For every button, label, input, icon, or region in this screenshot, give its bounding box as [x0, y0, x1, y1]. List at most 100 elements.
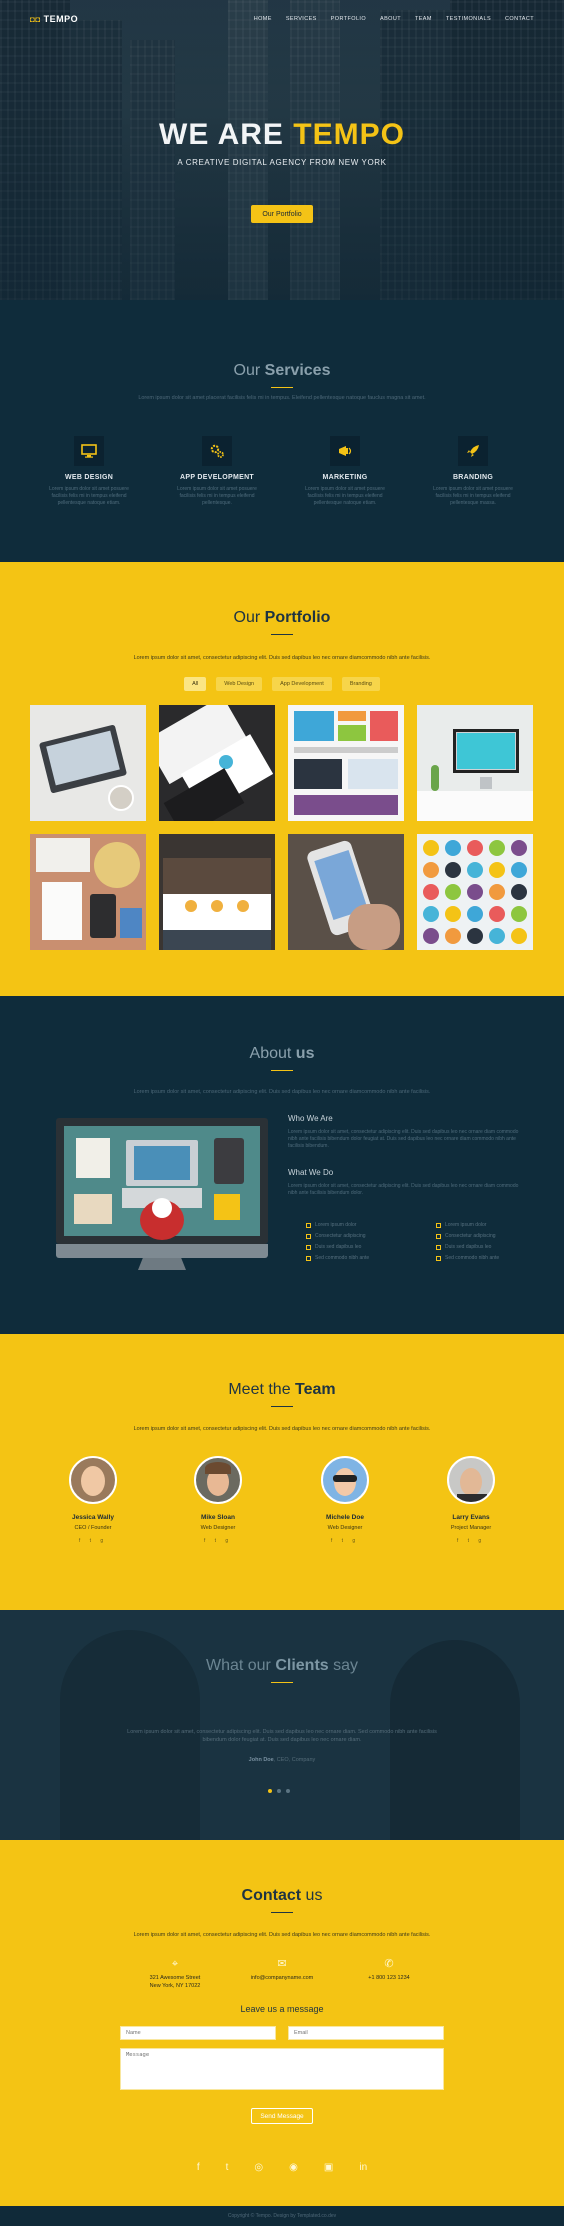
email-input[interactable] — [288, 2026, 444, 2040]
logo[interactable]: ◘◘ TEMPO — [30, 14, 78, 24]
nav-item-contact[interactable]: CONTACT — [505, 16, 534, 22]
our-portfolio-button[interactable]: Our Portfolio — [251, 205, 313, 223]
member-name: Mike Sloan — [201, 1514, 235, 1521]
flat-app-icon — [489, 840, 505, 856]
flat-app-icon — [423, 906, 439, 922]
service-title: BRANDING — [452, 474, 494, 481]
nav-item-services[interactable]: SERVICES — [286, 16, 317, 22]
avatar — [321, 1456, 369, 1504]
filter-all[interactable]: All — [184, 677, 207, 691]
checkbox-icon — [436, 1222, 441, 1228]
service-title: WEB DESIGN — [64, 474, 114, 481]
member-social-icons[interactable]: f t g — [416, 1538, 526, 1544]
heading-underline — [271, 1912, 293, 1913]
nav-item-team[interactable]: TEAM — [415, 16, 432, 22]
imac-illustration — [56, 1118, 268, 1270]
team-member: Larry Evans Project Manager f t g — [416, 1456, 526, 1544]
instagram-icon[interactable]: ▣ — [324, 2162, 333, 2173]
twitter-icon[interactable]: t — [226, 2162, 229, 2173]
heading-underline — [271, 1070, 293, 1071]
nav-item-testimonials[interactable]: TESTIMONIALS — [446, 16, 491, 22]
member-name: Michele Doe — [326, 1514, 364, 1521]
checkbox-icon — [306, 1244, 311, 1250]
member-social-icons[interactable]: f t g — [163, 1538, 273, 1544]
flat-app-icon — [511, 928, 527, 944]
what-title: What We Do — [288, 1168, 334, 1177]
portfolio-lead: Lorem ipsum dolor sit amet, consectetur … — [133, 655, 431, 661]
avatar — [447, 1456, 495, 1504]
heading-underline — [271, 1682, 293, 1683]
flat-app-icon — [445, 862, 461, 878]
name-input[interactable] — [120, 2026, 276, 2040]
member-role: Web Designer — [200, 1525, 236, 1531]
filter-branding[interactable]: Branding — [341, 677, 380, 691]
filter-app-development[interactable]: App Development — [272, 677, 332, 691]
flat-app-icon — [467, 884, 483, 900]
linkedin-icon[interactable]: in — [359, 2162, 367, 2173]
flat-app-icon — [511, 862, 527, 878]
flat-app-icon — [445, 884, 461, 900]
portfolio-item-business-cards[interactable] — [159, 705, 275, 821]
rocket-icon — [458, 436, 488, 466]
nav-item-home[interactable]: HOME — [254, 16, 272, 22]
carousel-dot[interactable] — [268, 1789, 272, 1793]
contact-section: Contact us Lorem ipsum dolor sit amet, c… — [0, 1840, 564, 2206]
heading-underline — [271, 634, 293, 635]
flat-app-icon — [489, 906, 505, 922]
flat-app-icon — [511, 884, 527, 900]
service-app-development: APP DEVELOPMENT Lorem ipsum dolor sit am… — [162, 436, 272, 507]
checkbox-icon — [306, 1222, 311, 1228]
portfolio-item-imac[interactable] — [417, 705, 533, 821]
megaphone-icon — [330, 436, 360, 466]
flat-app-icon — [423, 840, 439, 856]
member-name: Jessica Wally — [71, 1514, 115, 1521]
filter-web-design[interactable]: Web Design — [216, 677, 263, 691]
message-textarea[interactable] — [120, 2048, 444, 2090]
member-name: Larry Evans — [452, 1514, 490, 1521]
what-text: Lorem ipsum dolor sit amet, consectetur … — [288, 1183, 519, 1196]
dribbble-icon[interactable]: ◎ — [254, 2162, 263, 2173]
about-heading: About us — [249, 1045, 315, 1062]
testimonial-author: John Doe, CEO, Company — [248, 1757, 316, 1763]
member-social-icons[interactable]: f t g — [290, 1538, 400, 1544]
flat-app-icon — [467, 862, 483, 878]
member-role: Project Manager — [450, 1525, 492, 1531]
portfolio-item-iphone[interactable] — [288, 834, 404, 950]
testimonials-section: What our Clients say Lorem ipsum dolor s… — [0, 1610, 564, 1840]
avatar — [194, 1456, 242, 1504]
facebook-icon[interactable]: f — [197, 2162, 200, 2173]
about-lead: Lorem ipsum dolor sit amet, consectetur … — [133, 1089, 431, 1095]
service-text: Lorem ipsum dolor sit amet posuere facil… — [305, 486, 385, 506]
portfolio-item-icons[interactable] — [417, 834, 533, 950]
team-lead: Lorem ipsum dolor sit amet, consectetur … — [133, 1426, 431, 1432]
portfolio-item-tablet[interactable] — [30, 705, 146, 821]
service-title: MARKETING — [322, 474, 368, 481]
nav-item-about[interactable]: ABOUT — [380, 16, 401, 22]
logo-text: TEMPO — [43, 14, 79, 24]
flat-app-icon — [489, 884, 505, 900]
portfolio-item-website[interactable] — [159, 834, 275, 950]
who-text: Lorem ipsum dolor sit amet, consectetur … — [288, 1129, 519, 1149]
checkbox-icon — [306, 1233, 311, 1239]
checkbox-icon — [436, 1255, 441, 1261]
carousel-dot[interactable] — [277, 1789, 281, 1793]
carousel-dot[interactable] — [286, 1789, 290, 1793]
checkbox-icon — [306, 1255, 311, 1261]
send-message-button[interactable]: Send Message — [251, 2108, 313, 2124]
portfolio-item-desk[interactable] — [30, 834, 146, 950]
nav-item-portfolio[interactable]: PORTFOLIO — [331, 16, 366, 22]
service-marketing: MARKETING Lorem ipsum dolor sit amet pos… — [290, 436, 400, 507]
footer-social-links: f t ◎ ◉ ▣ in — [0, 2162, 564, 2173]
member-social-icons[interactable]: f t g — [38, 1538, 148, 1544]
hero-subtitle: A CREATIVE DIGITAL AGENCY FROM NEW YORK — [177, 158, 387, 167]
github-icon[interactable]: ◉ — [289, 2162, 298, 2173]
about-what: What We Do Lorem ipsum dolor sit amet, c… — [288, 1168, 528, 1197]
flat-app-icon — [511, 840, 527, 856]
service-branding: BRANDING Lorem ipsum dolor sit amet posu… — [418, 436, 528, 507]
who-title: Who We Are — [288, 1114, 333, 1123]
portfolio-item-ui-kit[interactable] — [288, 705, 404, 821]
flat-app-icon — [423, 928, 439, 944]
heading-underline — [271, 387, 293, 388]
flat-app-icon — [489, 928, 505, 944]
team-member: Mike Sloan Web Designer f t g — [163, 1456, 273, 1544]
